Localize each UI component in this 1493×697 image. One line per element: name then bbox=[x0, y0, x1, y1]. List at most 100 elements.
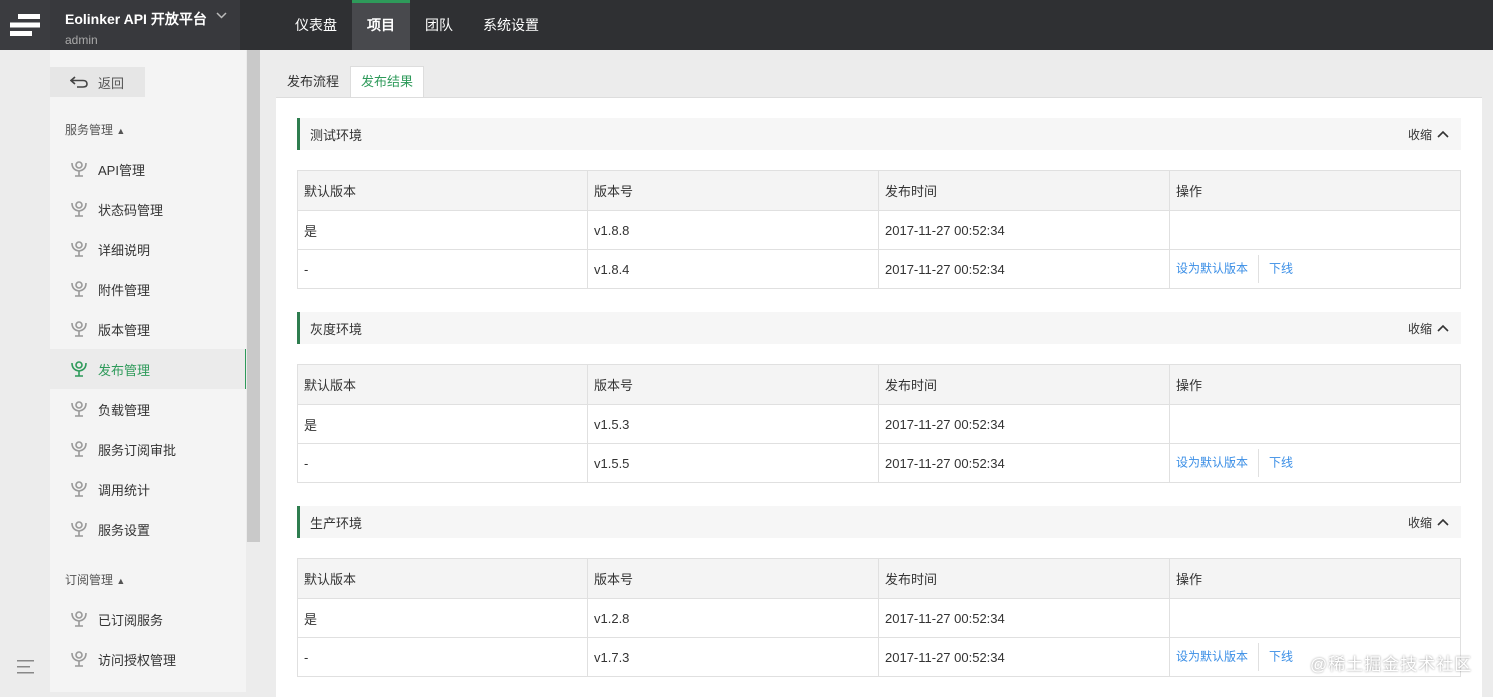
logo[interactable] bbox=[0, 0, 50, 50]
sidebar-scrollbar[interactable] bbox=[247, 50, 260, 542]
chevron-up-icon bbox=[1437, 518, 1449, 526]
main-content: 发布流程 发布结果 测试环境 收缩 默认版本 版本号 发布时间 操作是 v1.8.8 2017… bbox=[276, 50, 1482, 697]
group-subscription-management[interactable]: 订阅管理 ▲ bbox=[65, 571, 125, 588]
eolinker-logo-icon bbox=[10, 14, 40, 36]
service-node-icon bbox=[70, 319, 88, 340]
environment-title: 灰度环境 bbox=[310, 321, 363, 337]
sidebar-item-label: 附件管理 bbox=[98, 282, 151, 298]
version-cell: v1.7.3 bbox=[587, 637, 879, 677]
table-header-row: 默认版本 版本号 发布时间 操作 bbox=[297, 170, 1461, 211]
left-rail bbox=[0, 50, 50, 692]
default-version-cell: - bbox=[297, 443, 588, 483]
sidebar-item-label: 服务订阅审批 bbox=[98, 442, 177, 458]
environment-title: 测试环境 bbox=[310, 127, 363, 143]
service-node-icon bbox=[70, 239, 88, 260]
sidebar-item[interactable]: 状态码管理 bbox=[50, 189, 246, 229]
collapse-button[interactable]: 收缩 bbox=[1408, 514, 1461, 531]
service-node-icon bbox=[70, 649, 88, 670]
version-cell: v1.8.4 bbox=[587, 249, 879, 289]
default-version-cell: 是 bbox=[297, 210, 588, 250]
sidebar-item[interactable]: API管理 bbox=[50, 149, 246, 189]
table-row: 是 v1.2.8 2017-11-27 00:52:34 bbox=[297, 598, 1461, 638]
tab-publish-flow[interactable]: 发布流程 bbox=[276, 66, 350, 98]
column-header: 默认版本 bbox=[297, 558, 588, 599]
tab-bar: 发布流程 发布结果 bbox=[276, 66, 425, 98]
operations-cell bbox=[1169, 210, 1461, 250]
offline-link[interactable]: 下线 bbox=[1269, 649, 1293, 663]
set-default-link[interactable]: 设为默认版本 bbox=[1176, 261, 1248, 275]
sidebar-item[interactable]: 已订阅服务 bbox=[50, 599, 246, 639]
operations-cell: 设为默认版本 下线 bbox=[1169, 443, 1461, 483]
table-header-row: 默认版本 版本号 发布时间 操作 bbox=[297, 558, 1461, 599]
service-node-icon bbox=[70, 519, 88, 540]
collapse-button[interactable]: 收缩 bbox=[1408, 126, 1461, 143]
sidebar-item[interactable]: 负载管理 bbox=[50, 389, 246, 429]
tab-publish-result[interactable]: 发布结果 bbox=[350, 66, 425, 98]
version-cell: v1.5.5 bbox=[587, 443, 879, 483]
publish-result-panel: 测试环境 收缩 默认版本 版本号 发布时间 操作是 v1.8.8 2017-11-27 00:… bbox=[276, 97, 1482, 697]
default-version-cell: 是 bbox=[297, 404, 588, 444]
sidebar-item[interactable]: 发布管理 bbox=[50, 349, 248, 389]
environment-header: 测试环境 收缩 bbox=[297, 118, 1461, 150]
sidebar: 返回 服务管理 ▲ API管理状态码管理 详细说明附件管理版本管理 发布管理 负载管理… bbox=[50, 50, 248, 692]
set-default-link[interactable]: 设为默认版本 bbox=[1176, 455, 1248, 469]
sidebar-item[interactable]: 详细说明 bbox=[50, 229, 246, 269]
column-header: 默认版本 bbox=[297, 170, 588, 211]
collapse-label: 收缩 bbox=[1407, 515, 1432, 530]
table-header-row: 默认版本 版本号 发布时间 操作 bbox=[297, 364, 1461, 405]
workspace-switcher[interactable]: Eolinker API 开放平台 admin bbox=[50, 0, 240, 50]
nav-settings[interactable]: 系统设置 bbox=[468, 0, 554, 50]
nav-dashboard[interactable]: 仪表盘 bbox=[280, 0, 352, 50]
divider bbox=[1258, 255, 1260, 283]
top-bar: Eolinker API 开放平台 admin 仪表盘 项目 团队 系统设置 bbox=[0, 0, 1493, 50]
publish-time-cell: 2017-11-27 00:52:34 bbox=[878, 404, 1170, 444]
collapse-label: 收缩 bbox=[1407, 321, 1432, 336]
publish-time-cell: 2017-11-27 00:52:34 bbox=[878, 210, 1170, 250]
environment-header: 灰度环境 收缩 bbox=[297, 312, 1461, 344]
column-header: 默认版本 bbox=[297, 364, 588, 405]
environment-title: 生产环境 bbox=[310, 515, 363, 531]
group-service-management[interactable]: 服务管理 ▲ bbox=[65, 121, 125, 138]
top-nav: 仪表盘 项目 团队 系统设置 bbox=[280, 0, 554, 50]
service-node-icon bbox=[70, 399, 88, 420]
offline-link[interactable]: 下线 bbox=[1269, 455, 1293, 469]
group-title-label: 服务管理 bbox=[65, 123, 114, 137]
version-cell: v1.2.8 bbox=[587, 598, 879, 638]
column-header: 操作 bbox=[1169, 558, 1461, 599]
sidebar-item[interactable]: 服务订阅审批 bbox=[50, 429, 246, 469]
sidebar-item-label: API管理 bbox=[98, 162, 145, 178]
column-header: 操作 bbox=[1169, 170, 1461, 211]
operations-cell: 设为默认版本 下线 bbox=[1169, 249, 1461, 289]
menu-icon[interactable] bbox=[17, 660, 34, 677]
sidebar-item-label: 已订阅服务 bbox=[98, 612, 164, 628]
chevron-down-icon bbox=[216, 10, 227, 22]
offline-link[interactable]: 下线 bbox=[1269, 261, 1293, 275]
column-header: 版本号 bbox=[587, 170, 879, 211]
back-button[interactable]: 返回 bbox=[50, 67, 145, 97]
set-default-link[interactable]: 设为默认版本 bbox=[1176, 649, 1248, 663]
chevron-up-icon: ▲ bbox=[116, 576, 126, 586]
column-header: 发布时间 bbox=[878, 170, 1170, 211]
sidebar-item[interactable]: 服务设置 bbox=[50, 509, 246, 549]
publish-time-cell: 2017-11-27 00:52:34 bbox=[878, 637, 1170, 677]
version-cell: v1.5.3 bbox=[587, 404, 879, 444]
collapse-button[interactable]: 收缩 bbox=[1408, 320, 1461, 337]
version-table: 默认版本 版本号 发布时间 操作是 v1.8.8 2017-11-27 00:52:34-… bbox=[297, 170, 1461, 289]
chevron-up-icon bbox=[1437, 324, 1449, 332]
current-user: admin bbox=[65, 33, 98, 47]
service-node-icon bbox=[70, 159, 88, 180]
sidebar-item[interactable]: 调用统计 bbox=[50, 469, 246, 509]
sidebar-item[interactable]: 访问授权管理 bbox=[50, 639, 246, 679]
sidebar-item[interactable]: 版本管理 bbox=[50, 309, 246, 349]
service-node-icon bbox=[70, 479, 88, 500]
watermark: @稀土掘金技术社区 bbox=[1310, 655, 1473, 674]
nav-team[interactable]: 团队 bbox=[410, 0, 468, 50]
sidebar-item-label: 访问授权管理 bbox=[98, 652, 177, 668]
environment-header: 生产环境 收缩 bbox=[297, 506, 1461, 538]
sidebar-item[interactable]: 附件管理 bbox=[50, 269, 246, 309]
table-row: 是 v1.5.3 2017-11-27 00:52:34 bbox=[297, 404, 1461, 444]
nav-projects[interactable]: 项目 bbox=[352, 0, 410, 50]
back-arrow-icon bbox=[70, 76, 88, 88]
version-cell: v1.8.8 bbox=[587, 210, 879, 250]
column-header: 发布时间 bbox=[878, 558, 1170, 599]
